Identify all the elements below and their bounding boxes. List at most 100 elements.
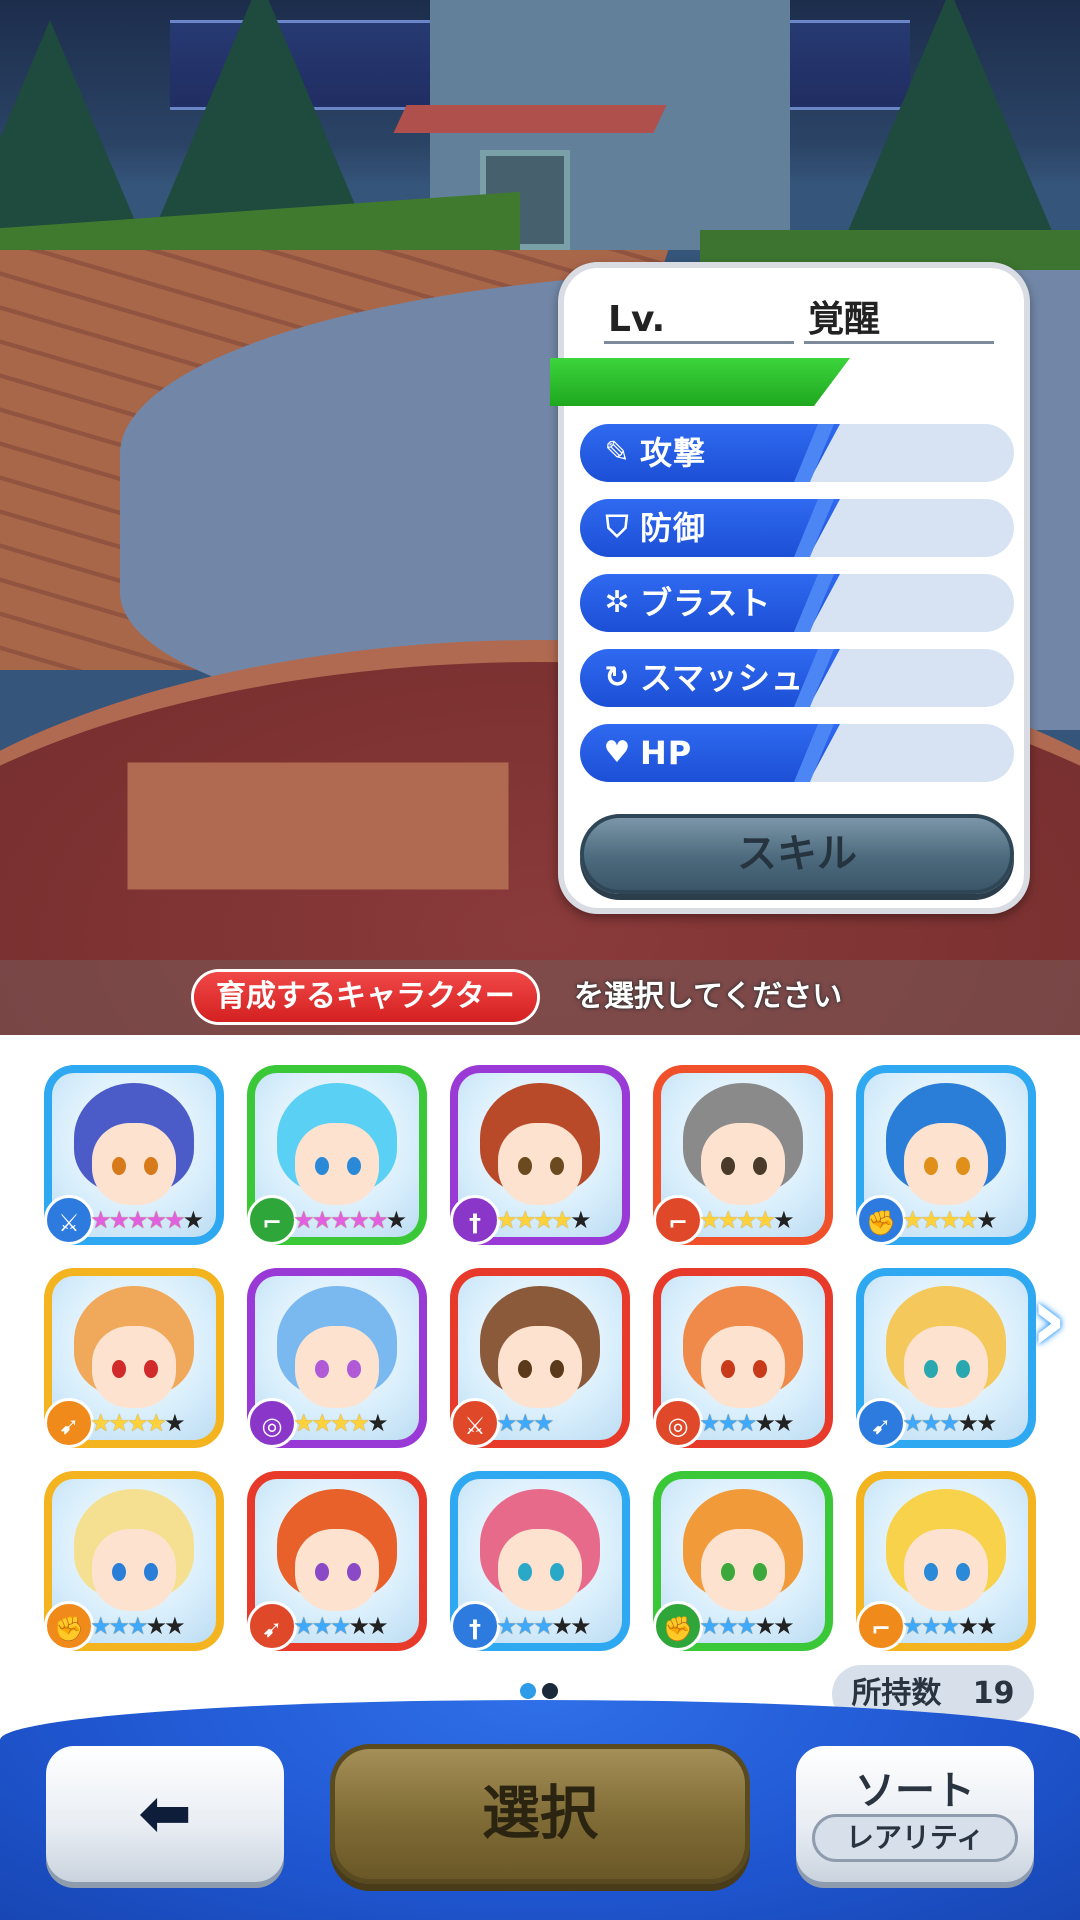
star-filled-icon: ★ — [311, 1206, 333, 1234]
character-eye — [347, 1563, 361, 1581]
character-eye — [144, 1360, 158, 1378]
character-eye — [112, 1157, 126, 1175]
character-face — [498, 1529, 582, 1611]
sword-icon: ⚔ — [44, 1195, 94, 1245]
star-empty-icon: ★ — [754, 1612, 776, 1640]
character-eye — [721, 1360, 735, 1378]
star-empty-icon: ★ — [367, 1612, 388, 1640]
star-filled-icon: ★ — [367, 1206, 388, 1234]
rarity-stars: ★★★★★ — [90, 1612, 186, 1640]
character-eye — [956, 1563, 970, 1581]
star-filled-icon: ★ — [533, 1409, 554, 1437]
character-card[interactable]: ✊ ★★★★★ — [653, 1471, 833, 1651]
star-filled-icon: ★ — [496, 1409, 517, 1437]
rarity-stars: ★★★★★ — [902, 1612, 998, 1640]
level-row: Lv. 覚醒 — [604, 298, 1004, 348]
star-filled-icon: ★ — [902, 1206, 923, 1234]
rarity-stars: ★★★★★ — [699, 1206, 795, 1234]
next-page-arrow-icon[interactable]: › — [1030, 1270, 1080, 1370]
star-filled-icon: ★ — [699, 1206, 720, 1234]
character-card[interactable]: ⚔ ★★★★★★ — [44, 1065, 224, 1245]
character-card[interactable]: ⌐ ★★★★★★ — [247, 1065, 427, 1245]
character-eye — [315, 1563, 329, 1581]
star-filled-icon: ★ — [717, 1409, 739, 1437]
star-filled-icon: ★ — [145, 1409, 167, 1437]
character-face — [701, 1326, 785, 1408]
level-label: Lv. — [604, 298, 794, 344]
character-face — [904, 1529, 988, 1611]
bow-icon: ➹ — [44, 1398, 94, 1448]
star-filled-icon: ★ — [717, 1612, 739, 1640]
star-empty-icon: ★ — [164, 1612, 185, 1640]
character-eye — [144, 1563, 158, 1581]
sort-mode-rarity[interactable]: レアリティ — [812, 1814, 1018, 1862]
star-filled-icon: ★ — [108, 1409, 130, 1437]
character-card[interactable]: ⌐ ★★★★★ — [653, 1065, 833, 1245]
character-face — [498, 1123, 582, 1205]
page-dot — [542, 1683, 558, 1699]
sort-button[interactable]: ソート レアリティ — [796, 1746, 1034, 1882]
skill-button[interactable]: スキル — [580, 814, 1014, 894]
character-eye — [518, 1563, 532, 1581]
star-filled-icon: ★ — [348, 1409, 370, 1437]
rarity-stars: ★★★★★ — [699, 1409, 795, 1437]
character-eye — [753, 1157, 767, 1175]
bow-icon: ➹ — [247, 1601, 297, 1651]
fist-icon: ✊ — [856, 1195, 906, 1245]
star-filled-icon: ★ — [939, 1206, 960, 1234]
character-card[interactable]: ◎ ★★★★★ — [247, 1268, 427, 1448]
stat-bar: ⛉ 防御 — [580, 499, 1014, 557]
star-empty-icon: ★ — [145, 1612, 167, 1640]
select-button[interactable]: 選択 — [330, 1744, 750, 1884]
star-filled-icon: ★ — [90, 1206, 111, 1234]
star-empty-icon: ★ — [976, 1206, 997, 1234]
star-empty-icon: ★ — [773, 1206, 794, 1234]
character-grid: ⚔ ★★★★★★ ⌐ ★★★★★★ † ★★★★★ ⌐ ★★★★★ ✊ ★★★★★ ➹ ★★★★★ ◎ ★… — [44, 1065, 1044, 1665]
back-arrow-icon: ⬅ — [138, 1777, 192, 1851]
star-filled-icon: ★ — [902, 1612, 923, 1640]
stat-bar: ↻ スマッシュ — [580, 649, 1014, 707]
instruction-bar: 育成するキャラクター を選択してください — [0, 960, 1080, 1035]
character-card[interactable]: ⚔ ★★★ — [450, 1268, 630, 1448]
star-empty-icon: ★ — [385, 1206, 407, 1234]
character-eye — [956, 1360, 970, 1378]
back-button[interactable]: ⬅ — [46, 1746, 284, 1882]
character-eye — [518, 1360, 532, 1378]
star-filled-icon: ★ — [514, 1206, 536, 1234]
star-filled-icon: ★ — [533, 1206, 554, 1234]
star-empty-icon: ★ — [164, 1409, 185, 1437]
awakening-label: 覚醒 — [804, 298, 994, 344]
tree — [840, 0, 1060, 250]
character-eye — [721, 1157, 735, 1175]
character-card[interactable]: † ★★★★★ — [450, 1065, 630, 1245]
heart-icon: ♥ — [603, 735, 631, 770]
character-face — [295, 1326, 379, 1408]
character-card[interactable]: ⌐ ★★★★★ — [856, 1471, 1036, 1651]
rarity-stars: ★★★★★ — [902, 1206, 998, 1234]
star-filled-icon: ★ — [311, 1409, 333, 1437]
star-empty-icon: ★ — [773, 1612, 794, 1640]
character-face — [904, 1123, 988, 1205]
character-card[interactable]: ◎ ★★★★★ — [653, 1268, 833, 1448]
star-filled-icon: ★ — [514, 1612, 536, 1640]
character-eye — [347, 1360, 361, 1378]
page-indicator — [520, 1683, 560, 1699]
star-filled-icon: ★ — [311, 1612, 333, 1640]
fist-icon: ✊ — [44, 1601, 94, 1651]
character-card[interactable]: † ★★★★★ — [450, 1471, 630, 1651]
gun-icon: ⌐ — [653, 1195, 703, 1245]
character-face — [92, 1326, 176, 1408]
character-card[interactable]: ➹ ★★★★★ — [856, 1268, 1036, 1448]
character-card[interactable]: ➹ ★★★★★ — [44, 1268, 224, 1448]
character-eye — [956, 1157, 970, 1175]
rarity-stars: ★★★★★ — [293, 1409, 389, 1437]
burst-icon: ✲ — [604, 585, 630, 620]
star-filled-icon: ★ — [939, 1612, 960, 1640]
star-filled-icon: ★ — [127, 1612, 148, 1640]
star-filled-icon: ★ — [330, 1409, 351, 1437]
character-card[interactable]: ✊ ★★★★★ — [44, 1471, 224, 1651]
character-card[interactable]: ➹ ★★★★★ — [247, 1471, 427, 1651]
character-card[interactable]: ✊ ★★★★★ — [856, 1065, 1036, 1245]
star-filled-icon: ★ — [496, 1206, 517, 1234]
stat-label: スマッシュ — [640, 659, 805, 697]
